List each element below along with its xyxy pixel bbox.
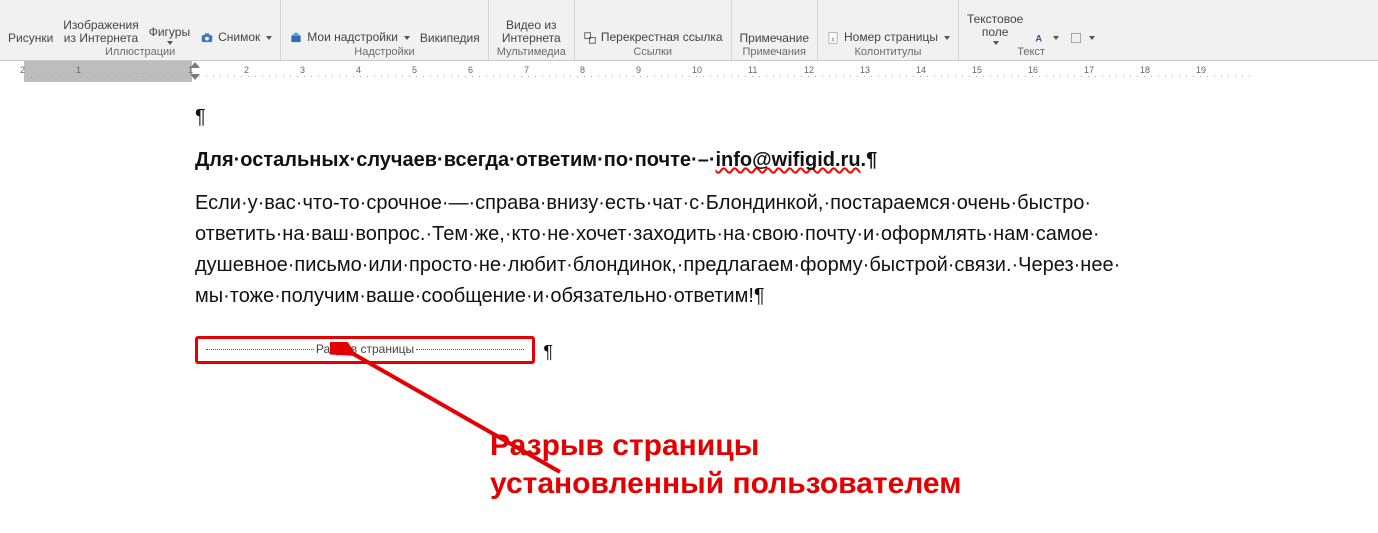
text-extra-button[interactable]: A [1033, 31, 1059, 45]
group-links: Перекрестная ссылка Ссылки [575, 0, 732, 60]
bold-text: Для·остальных·случаев·всегда·ответим·по·… [195, 149, 716, 171]
bold-tail: .¶ [861, 149, 878, 171]
group-text: Текстовое поле A Текст [959, 0, 1103, 60]
symbol-icon [1069, 31, 1083, 45]
cross-reference-label: Перекрестная ссылка [601, 31, 723, 44]
comment-button[interactable]: Примечание [740, 32, 809, 45]
group-title: Мультимедиа [497, 45, 566, 58]
online-video-label: Видео из Интернета [502, 19, 561, 45]
ribbon: Рисунки Изображения из Интернета Фигуры … [0, 0, 1378, 61]
text-extra2-button[interactable] [1069, 31, 1095, 45]
page-number-label: Номер страницы [844, 31, 938, 44]
page[interactable]: ¶ Для·остальных·случаев·всегда·ответим·п… [50, 82, 1350, 532]
group-title: Иллюстрации [105, 45, 175, 58]
page-content[interactable]: ¶ Для·остальных·случаев·всегда·ответим·п… [195, 102, 1155, 364]
empty-paragraph: ¶ [195, 102, 1155, 133]
bold-paragraph: Для·остальных·случаев·всегда·ответим·по·… [195, 145, 1155, 176]
horizontal-ruler[interactable]: 2112345678910111213141516171819 [0, 61, 1378, 84]
screenshot-button[interactable]: Снимок [200, 31, 272, 45]
chevron-down-icon [266, 36, 272, 40]
shapes-button[interactable]: Фигуры [149, 26, 190, 45]
pictures-label: Рисунки [8, 32, 53, 45]
email-text: info@wifigid.ru [716, 149, 861, 171]
chevron-down-icon [944, 36, 950, 40]
dropcap-icon: A [1033, 31, 1047, 45]
group-title: Ссылки [633, 45, 672, 58]
chevron-down-icon [1053, 36, 1059, 40]
group-title: Текст [1017, 45, 1045, 58]
text-box-button[interactable]: Текстовое поле [967, 13, 1023, 45]
shapes-label: Фигуры [149, 26, 190, 39]
group-addins: Мои надстройки Википедия Надстройки [281, 0, 488, 60]
online-video-button[interactable]: Видео из Интернета [502, 19, 561, 45]
cross-ref-icon [583, 31, 597, 45]
group-comments: Примечание Примечания [732, 0, 818, 60]
online-pictures-label: Изображения из Интернета [63, 19, 138, 45]
comment-label: Примечание [740, 32, 809, 45]
screenshot-label: Снимок [218, 31, 260, 44]
group-title: Примечания [743, 45, 807, 58]
group-title: Надстройки [354, 45, 414, 58]
text-box-label: Текстовое поле [967, 13, 1023, 39]
body-paragraph: Если·у·вас·что-то·срочное·—·справа·внизу… [195, 188, 1155, 312]
group-illustrations: Рисунки Изображения из Интернета Фигуры … [0, 0, 281, 60]
group-media: Видео из Интернета Мультимедиа [489, 0, 575, 60]
svg-text:A: A [1036, 34, 1043, 44]
page-number-icon: # [826, 31, 840, 45]
chevron-down-icon [1089, 36, 1095, 40]
page-number-button[interactable]: # Номер страницы [826, 31, 950, 45]
pilcrow-icon: ¶ [543, 342, 553, 363]
page-break-label: Разрыв страницы [316, 342, 414, 356]
document-workspace: ¶ Для·остальных·случаев·всегда·ответим·п… [0, 82, 1378, 533]
cross-reference-button[interactable]: Перекрестная ссылка [583, 31, 723, 45]
my-addins-button[interactable]: Мои надстройки [289, 31, 410, 45]
chevron-down-icon [993, 41, 999, 45]
annotation-highlight-box: Разрыв страницы [195, 336, 535, 364]
annotation-line1: Разрыв страницы [490, 427, 1210, 465]
online-pictures-button[interactable]: Изображения из Интернета [63, 19, 138, 45]
wikipedia-button[interactable]: Википедия [420, 32, 480, 45]
group-headerfooter: # Номер страницы Колонтитулы [818, 0, 959, 60]
my-addins-label: Мои надстройки [307, 31, 398, 44]
store-icon [289, 31, 303, 45]
page-break-marker: Разрыв страницы ¶ [195, 336, 535, 364]
camera-icon [200, 31, 214, 45]
annotation-text: Разрыв страницы установленный пользовате… [490, 427, 1210, 502]
wikipedia-label: Википедия [420, 32, 480, 45]
chevron-down-icon [404, 36, 410, 40]
annotation-line2: установленный пользователем [490, 465, 1210, 503]
pictures-button[interactable]: Рисунки [8, 32, 53, 45]
group-title: Колонтитулы [855, 45, 922, 58]
